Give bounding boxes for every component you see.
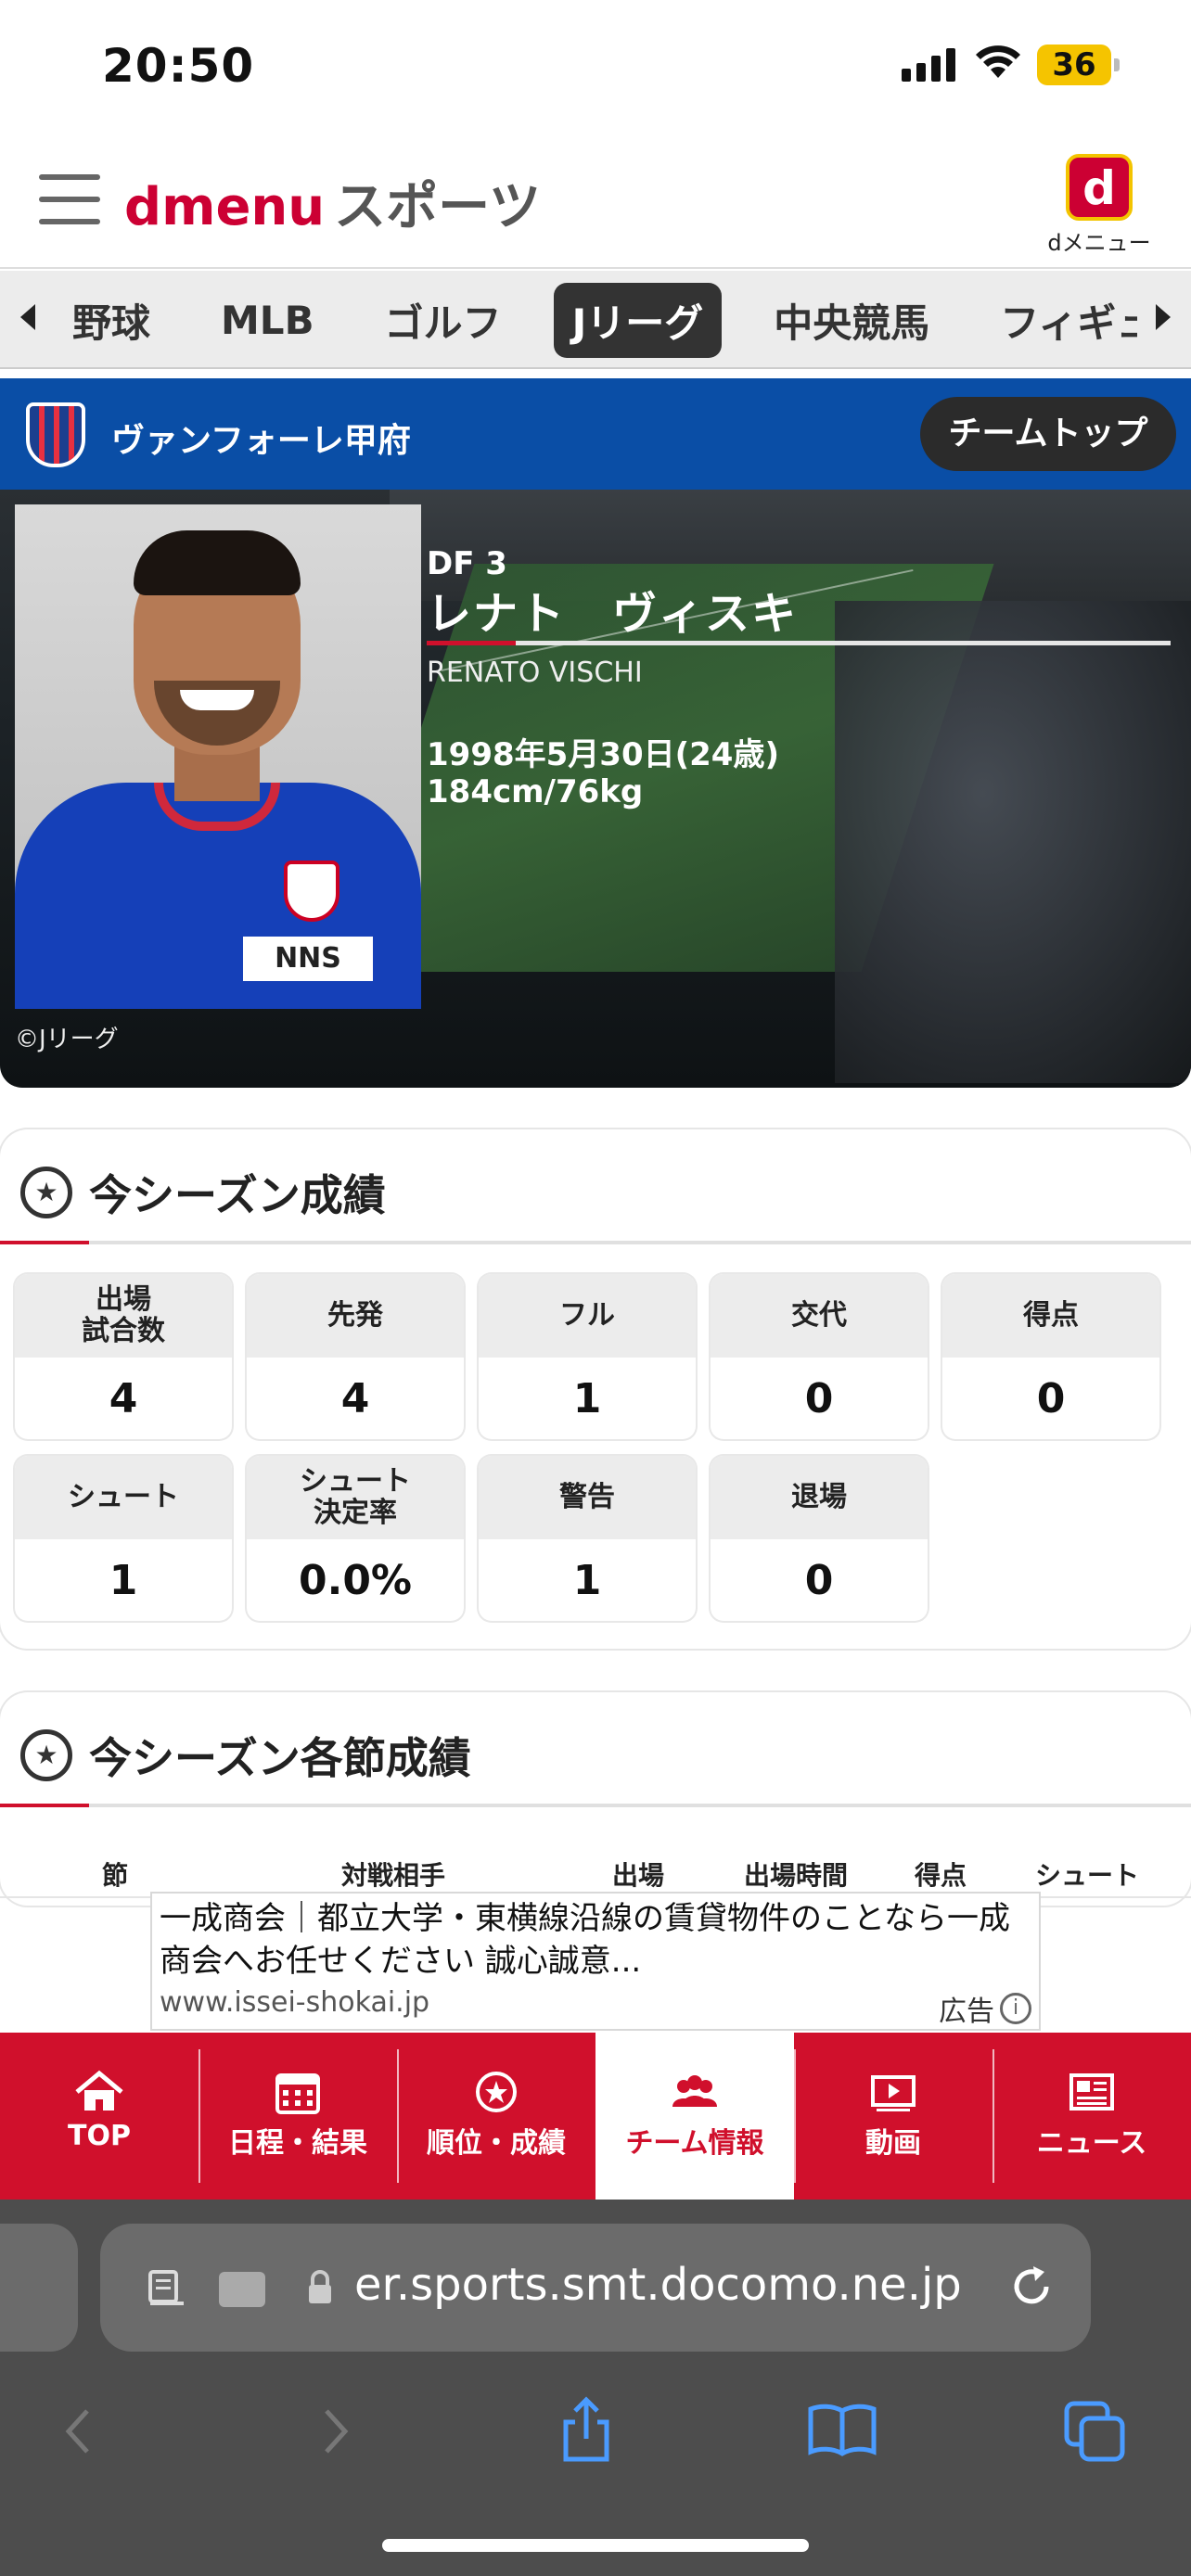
category-tab-figure-skating[interactable]: フィギュア (981, 283, 1137, 358)
section-title: 今シーズン各節成績 (89, 1733, 471, 1783)
dmenu-sports-logo[interactable]: dmenu スポーツ (124, 165, 541, 240)
url-text[interactable]: er.sports.smt.docomo.ne.jp (354, 2259, 962, 2311)
home-icon (75, 2070, 123, 2111)
nav-tab-team-info[interactable]: チーム情報 (596, 2033, 794, 2200)
wifi-icon (976, 45, 1020, 78)
sponsor-logo: NNS (243, 937, 373, 981)
name-divider (427, 641, 1171, 645)
section-divider (0, 1241, 1191, 1244)
team-top-button[interactable]: チームトップ (920, 397, 1176, 471)
info-icon[interactable]: i (1000, 1993, 1031, 2024)
reader-icon[interactable] (147, 2268, 187, 2309)
player-hero: NNS ©Jリーグ DF 3 レナト ヴィスキ RENATO VISCHI 19… (0, 490, 1191, 1088)
nav-tab-standings[interactable]: 順位・成績 (397, 2033, 596, 2200)
stat-substitutions: 交代 0 (711, 1274, 928, 1439)
back-icon[interactable] (59, 2405, 96, 2457)
battery-indicator: 36 (1037, 45, 1120, 85)
ranking-icon (476, 2072, 517, 2112)
stat-shot-conversion: シュート 決定率 0.0% (247, 1456, 464, 1621)
player-height-weight: 184cm/76kg (427, 773, 644, 810)
tabs-icon[interactable] (1063, 2400, 1128, 2463)
category-tab-baseball[interactable]: 野球 (54, 283, 169, 358)
club-crest-icon (284, 861, 339, 922)
stat-red-cards: 退場 0 (711, 1456, 928, 1621)
laurel-star-icon (20, 1729, 72, 1781)
forward-icon[interactable] (317, 2405, 354, 2457)
extension-icon[interactable] (219, 2272, 265, 2307)
bookmarks-icon[interactable] (807, 2402, 877, 2457)
player-photo: NNS (15, 504, 421, 1009)
logo-d: d (124, 177, 162, 237)
ad-url[interactable]: www.issei-shokai.jp (160, 1986, 429, 2019)
column-header-appearance: 出場 (612, 1860, 665, 1891)
ad-banner[interactable]: 一成商会｜都立大学・東横線沿線の賃貸物件のことなら一成商会へお任せください 誠心… (150, 1892, 1041, 2031)
scroll-right-arrow-icon[interactable] (1156, 304, 1171, 330)
team-icon (672, 2075, 717, 2107)
nav-tab-news[interactable]: ニュース (992, 2033, 1191, 2200)
app-header: dmenu スポーツ d dメニュー (0, 139, 1191, 269)
stat-yellow-cards: 警告 1 (479, 1456, 696, 1621)
team-name[interactable]: ヴァンフォーレ甲府 (111, 414, 411, 462)
season-stats-card: 今シーズン成績 出場 試合数4 先発4 フル1 交代0 得点0 シュート1 シュ… (0, 1129, 1191, 1649)
logo-menu: menu (161, 177, 326, 237)
column-header-goals: 得点 (915, 1860, 967, 1891)
video-icon (871, 2075, 916, 2111)
team-bar: ヴァンフォーレ甲府 チームトップ (0, 378, 1191, 490)
player-name-en: RENATO VISCHI (427, 657, 643, 689)
crowd-background (835, 601, 1191, 1083)
browser-tools (0, 2383, 1191, 2494)
share-icon[interactable] (557, 2396, 616, 2463)
address-bar[interactable]: er.sports.smt.docomo.ne.jp (100, 2224, 1091, 2352)
player-birthdate: 1998年5月30日(24歳) (427, 736, 779, 773)
section-divider (0, 1804, 1191, 1807)
match-stats-card: 今シーズン各節成績 節 対戦相手 出場 出場時間 得点 シュート (0, 1692, 1191, 1906)
status-time: 20:50 (102, 39, 255, 93)
ad-text[interactable]: 一成商会｜都立大学・東横線沿線の賃貸物件のことなら一成商会へお任せください 誠心… (160, 1897, 1031, 1983)
logo-sports: スポーツ (334, 177, 542, 237)
cellular-signal-icon (902, 46, 955, 82)
column-header-minutes: 出場時間 (744, 1860, 849, 1891)
ad-label[interactable]: 広告 i (939, 1988, 1031, 2029)
category-tab-golf[interactable]: ゴルフ (366, 283, 520, 358)
nav-tab-video[interactable]: 動画 (794, 2033, 992, 2200)
player-name: レナト ヴィスキ (427, 588, 799, 640)
stats-grid: 出場 試合数 4 先発 4 フル 1 交代 0 得点 0 シュート 1 シュート 決定率 0.… (15, 1274, 1176, 1621)
previous-tab[interactable] (0, 2224, 78, 2352)
dmenu-app-label: dメニュー (1047, 230, 1151, 256)
dmenu-app-icon: d (1066, 154, 1133, 221)
browser-toolbar: er.sports.smt.docomo.ne.jp (0, 2200, 1191, 2576)
category-tab-jleague[interactable]: Jリーグ (553, 282, 723, 358)
reload-icon[interactable] (1005, 2261, 1057, 2313)
status-bar: 20:50 36 (0, 0, 1191, 139)
stat-appearances: 出場 試合数 4 (15, 1274, 232, 1439)
home-indicator[interactable] (382, 2539, 809, 2552)
laurel-star-icon (20, 1167, 72, 1218)
stat-goals: 得点 0 (942, 1274, 1159, 1439)
scroll-left-arrow-icon[interactable] (20, 304, 35, 330)
news-icon (1069, 2073, 1114, 2111)
category-tabs: 野球 MLB ゴルフ Jリーグ 中央競馬 フィギュア (0, 271, 1191, 369)
column-header-opponent: 対戦相手 (341, 1860, 446, 1891)
team-emblem-icon (26, 402, 85, 467)
column-header-round: 節 (102, 1860, 129, 1891)
lock-icon (309, 2270, 331, 2303)
column-header-shots: シュート (1035, 1860, 1140, 1891)
dmenu-app-link[interactable]: d dメニュー (1039, 154, 1159, 257)
category-tab-mlb[interactable]: MLB (202, 288, 333, 352)
stat-full-matches: フル 1 (479, 1274, 696, 1439)
stat-shots: シュート 1 (15, 1456, 232, 1621)
nav-tab-schedule[interactable]: 日程・結果 (198, 2033, 397, 2200)
section-title: 今シーズン成績 (89, 1170, 386, 1220)
category-tab-horse-racing[interactable]: 中央競馬 (755, 283, 948, 358)
stat-starts: 先発 4 (247, 1274, 464, 1439)
menu-icon[interactable] (39, 174, 100, 224)
calendar-icon (275, 2073, 320, 2114)
bottom-nav: TOP 日程・結果 順位・成績 チーム情報 動画 ニュース (0, 2033, 1191, 2200)
photo-credit: ©Jリーグ (15, 1026, 119, 1053)
nav-tab-top[interactable]: TOP (0, 2033, 198, 2200)
